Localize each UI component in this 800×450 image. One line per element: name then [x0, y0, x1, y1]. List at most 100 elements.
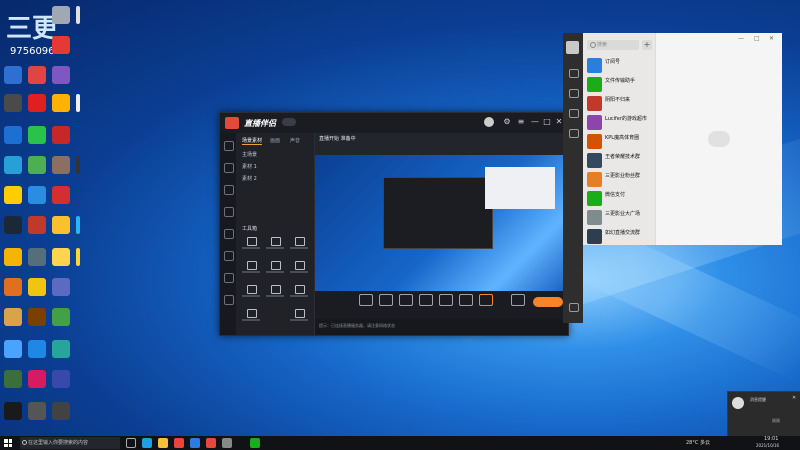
record-icon[interactable]	[379, 294, 393, 306]
desktop-app-icon[interactable]	[52, 308, 70, 326]
app-titlebar[interactable]: 直播伴侣 ⚙ ≡ — □ ✕	[220, 113, 568, 133]
desktop-app-icon[interactable]	[52, 278, 70, 296]
desktop-app-icon[interactable]	[52, 248, 70, 266]
clock-date[interactable]: 2021/10/16	[756, 443, 779, 448]
tool-button[interactable]	[290, 309, 308, 325]
chat-icon[interactable]	[569, 69, 579, 78]
task-view-icon[interactable]	[126, 438, 136, 448]
desktop-app-icon[interactable]	[4, 94, 22, 112]
desktop-app-icon[interactable]	[28, 248, 46, 266]
avatar[interactable]	[566, 41, 579, 54]
weather-text[interactable]: 28°C 多云	[686, 439, 710, 446]
desktop-app-icon[interactable]	[28, 402, 46, 420]
maximize-icon[interactable]: □	[542, 117, 552, 127]
search-input[interactable]: 搜索	[587, 40, 639, 50]
scene-row[interactable]: 素材 1	[242, 163, 257, 170]
desktop-app-icon[interactable]	[28, 308, 46, 326]
rail-plugin-icon[interactable]	[224, 251, 234, 261]
minimize-icon[interactable]: —	[530, 117, 540, 127]
desktop-app-icon[interactable]	[76, 216, 80, 234]
desktop-app-icon[interactable]	[28, 186, 46, 204]
desktop-app-icon[interactable]	[28, 370, 46, 388]
desktop-app-icon[interactable]	[52, 94, 70, 112]
desktop-app-icon[interactable]	[76, 248, 80, 266]
tool-button[interactable]	[242, 237, 260, 253]
desktop-app-icon[interactable]	[28, 340, 46, 358]
desktop-app-icon[interactable]	[52, 370, 70, 388]
rail-data-icon[interactable]	[224, 229, 234, 239]
desktop-app-icon[interactable]	[4, 340, 22, 358]
screen-icon[interactable]	[399, 294, 413, 306]
desktop-app-icon[interactable]	[52, 402, 70, 420]
rail-task-icon[interactable]	[224, 273, 234, 283]
wechat-icon[interactable]	[250, 438, 260, 448]
close-icon[interactable]: ✕	[792, 395, 796, 401]
desktop-app-icon[interactable]	[52, 156, 70, 174]
desktop-app-icon[interactable]	[52, 66, 70, 84]
desktop-app-icon[interactable]	[28, 156, 46, 174]
scene-row[interactable]: 素材 2	[242, 175, 257, 182]
camera-icon[interactable]	[359, 294, 373, 306]
tool-button[interactable]	[290, 237, 308, 253]
minimize-icon[interactable]: —	[738, 35, 744, 42]
rail-home-icon[interactable]	[224, 141, 234, 151]
tab-sound[interactable]: 声音	[290, 137, 300, 144]
desktop-app-icon[interactable]	[52, 6, 70, 24]
contacts-icon[interactable]	[569, 89, 579, 98]
tool-button[interactable]	[290, 285, 308, 301]
desktop-app-icon[interactable]	[52, 186, 70, 204]
tool-button[interactable]	[266, 285, 284, 301]
desktop-app-icon[interactable]	[4, 186, 22, 204]
stream-preview[interactable]	[315, 155, 568, 291]
start-live-button[interactable]	[533, 297, 563, 307]
music-icon[interactable]	[439, 294, 453, 306]
effects-icon[interactable]	[419, 294, 433, 306]
edge-icon[interactable]	[142, 438, 152, 448]
desktop-app-icon[interactable]	[28, 66, 46, 84]
tool-button[interactable]	[242, 285, 260, 301]
rail-gift-icon[interactable]	[224, 185, 234, 195]
tool-button[interactable]	[266, 261, 284, 277]
desktop-app-icon[interactable]	[4, 66, 22, 84]
desktop-app-icon[interactable]	[4, 156, 22, 174]
taskbar-app-icon[interactable]	[190, 438, 200, 448]
menu-icon[interactable]: ≡	[516, 117, 526, 127]
desktop-app-icon[interactable]	[52, 36, 70, 54]
windows-start-icon[interactable]	[4, 439, 12, 447]
tool-button[interactable]	[242, 261, 260, 277]
avatar[interactable]	[484, 117, 494, 127]
close-icon[interactable]: ✕	[769, 35, 774, 42]
rail-scene-icon[interactable]	[224, 163, 234, 173]
menu-icon[interactable]	[569, 303, 579, 312]
desktop-app-icon[interactable]	[4, 126, 22, 144]
desktop-app-icon[interactable]	[4, 402, 22, 420]
desktop-app-icon[interactable]	[4, 216, 22, 234]
scene-row[interactable]: 主场景	[242, 151, 257, 158]
tab-picture[interactable]: 画面	[270, 137, 280, 144]
desktop-app-icon[interactable]	[4, 370, 22, 388]
maximize-icon[interactable]: □	[754, 35, 760, 42]
favorites-icon[interactable]	[569, 109, 579, 118]
notification-toast[interactable]: 消息提醒 ✕ 刚刚	[727, 391, 800, 438]
rail-more-icon[interactable]	[224, 295, 234, 305]
add-button[interactable]: +	[642, 40, 652, 50]
desktop-app-icon[interactable]	[28, 278, 46, 296]
settings-icon[interactable]	[511, 294, 525, 306]
chat-list-item[interactable]: 如幻直播交流群	[583, 226, 655, 249]
desktop-app-icon[interactable]	[28, 216, 46, 234]
mic-icon[interactable]	[459, 294, 473, 306]
desktop-app-icon[interactable]	[76, 6, 80, 24]
desktop-app-icon[interactable]	[52, 126, 70, 144]
tab-scene[interactable]: 场景素材	[242, 137, 263, 145]
taskbar-app-icon[interactable]	[206, 438, 216, 448]
taskbar-app-icon[interactable]	[174, 438, 184, 448]
desktop-app-icon[interactable]	[52, 216, 70, 234]
tool-button[interactable]	[290, 261, 308, 277]
tool-button[interactable]	[242, 309, 260, 325]
desktop-app-icon[interactable]	[4, 278, 22, 296]
rail-chat-icon[interactable]	[224, 207, 234, 217]
settings-icon[interactable]: ⚙	[502, 117, 512, 127]
taskbar-app-icon[interactable]	[222, 438, 232, 448]
file-explorer-icon[interactable]	[158, 438, 168, 448]
desktop-app-icon[interactable]	[52, 340, 70, 358]
